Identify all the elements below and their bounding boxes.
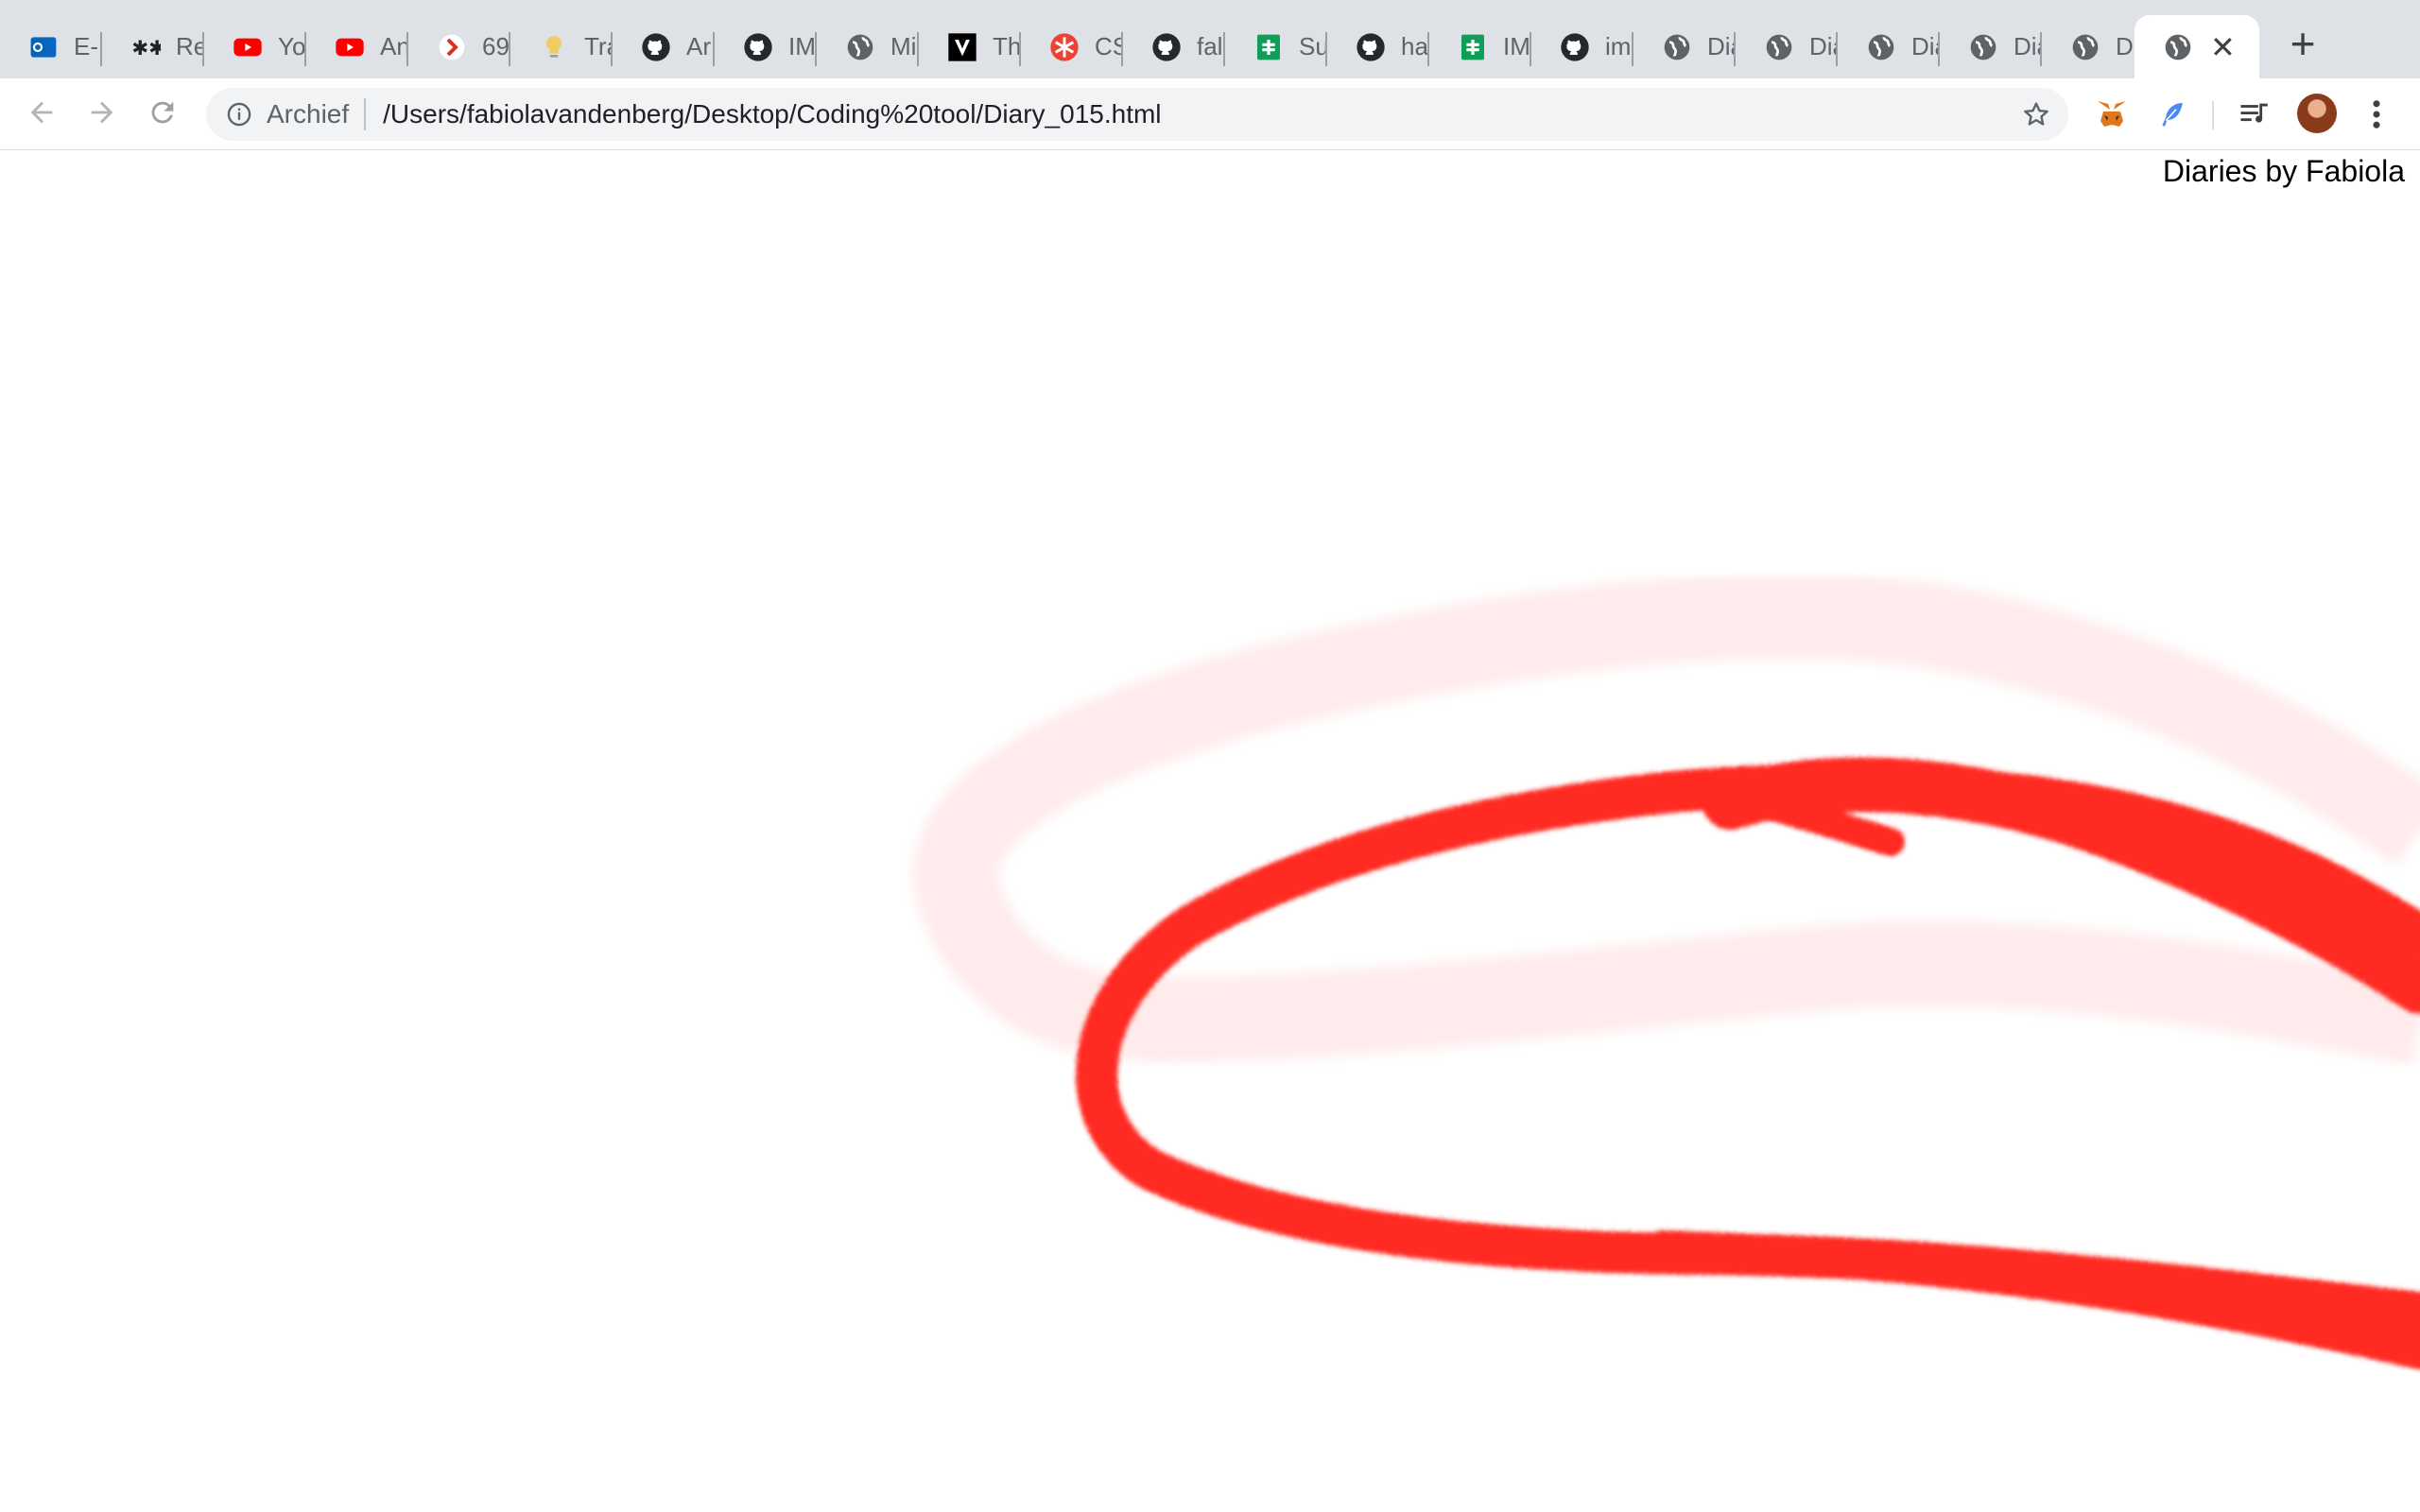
sheets-icon: [1253, 32, 1284, 62]
url-text[interactable]: /Users/fabiolavandenberg/Desktop/Coding%…: [383, 99, 1161, 129]
arrow-left-icon: [30, 101, 53, 124]
globe-icon: [1764, 32, 1794, 62]
tab[interactable]: Th: [919, 15, 1021, 78]
tab-title: IM: [1503, 32, 1530, 60]
kebab-menu-icon[interactable]: [2358, 95, 2395, 133]
tab-title: Yo: [278, 32, 304, 60]
tab[interactable]: Dia: [1838, 15, 1940, 78]
back-button[interactable]: [21, 92, 62, 133]
globe-icon: [2163, 32, 2193, 62]
tab[interactable]: ✱✱ Re: [102, 15, 204, 78]
forward-button[interactable]: [81, 92, 123, 133]
tab-title: 69: [482, 32, 509, 60]
media-queue-icon[interactable]: [2237, 95, 2274, 133]
globe-icon: [1662, 32, 1692, 62]
outlook-icon: [28, 32, 59, 62]
tab[interactable]: Mi: [817, 15, 919, 78]
tab-title: Re: [176, 32, 202, 60]
svg-text:✱✱: ✱✱: [131, 37, 161, 60]
v-logo-icon: [947, 32, 977, 62]
tab-title: CS: [1095, 32, 1121, 60]
tab-title: E-: [74, 32, 98, 60]
star-icon[interactable]: [2021, 99, 2051, 129]
tab[interactable]: An: [306, 15, 408, 78]
globe-icon: [1968, 32, 1998, 62]
tab[interactable]: im: [1531, 15, 1634, 78]
page-content: Diaries by Fabiola: [0, 150, 2420, 1512]
tab-strip: E-✱✱ReYoAn69TraArIMMiThCSfalSuhaIMimDiaD…: [0, 0, 2420, 78]
security-label[interactable]: Archief: [267, 99, 349, 129]
info-icon[interactable]: [225, 100, 253, 129]
tab-title: Tra: [584, 32, 611, 60]
tab-title: ha: [1401, 32, 1427, 60]
tab[interactable]: Ar: [613, 15, 715, 78]
globe-icon: [845, 32, 875, 62]
tab[interactable]: 69: [408, 15, 510, 78]
tab-active[interactable]: ✕: [2135, 15, 2259, 78]
github-icon: [743, 32, 773, 62]
chevron-red-icon: [437, 32, 467, 62]
tab[interactable]: IM: [715, 15, 817, 78]
tab[interactable]: IM: [1429, 15, 1531, 78]
youtube-icon: [335, 32, 365, 62]
tab[interactable]: Dia: [2042, 15, 2144, 78]
asterisk-pair-icon: ✱✱: [130, 32, 161, 62]
tab-title: IM: [788, 32, 815, 60]
tab-title: Mi: [890, 32, 917, 60]
github-icon: [1560, 32, 1590, 62]
tab-title: Th: [993, 32, 1019, 60]
new-tab-button[interactable]: +: [2280, 19, 2325, 68]
extensions-divider: [2212, 101, 2214, 129]
tab-title: Dia: [2014, 32, 2040, 60]
tab[interactable]: fal: [1123, 15, 1225, 78]
tab-title: fal: [1197, 32, 1223, 60]
globe-icon: [2070, 32, 2100, 62]
tab-title: Dia: [1707, 32, 1734, 60]
youtube-icon: [233, 32, 263, 62]
tab[interactable]: E-: [0, 15, 102, 78]
github-icon: [1356, 32, 1386, 62]
arrow-right-icon: [91, 101, 113, 124]
feather-icon[interactable]: [2153, 95, 2191, 133]
asterisk-red-icon: [1049, 32, 1080, 62]
tab[interactable]: ha: [1327, 15, 1429, 78]
tab[interactable]: Dia: [1940, 15, 2042, 78]
github-icon: [641, 32, 671, 62]
tab-title: Dia: [1911, 32, 1938, 60]
tab-title: An: [380, 32, 406, 60]
red-paint-stroke: [911, 574, 2420, 1369]
lightbulb-icon: [539, 32, 569, 62]
profile-avatar[interactable]: [2297, 94, 2337, 133]
reload-button[interactable]: [142, 92, 183, 133]
github-icon: [1151, 32, 1182, 62]
close-tab-icon[interactable]: ✕: [2210, 32, 2236, 62]
tab-title: Su: [1299, 32, 1325, 60]
tab[interactable]: Dia: [1634, 15, 1736, 78]
reload-icon: [151, 101, 174, 124]
tab[interactable]: CS: [1021, 15, 1123, 78]
tab[interactable]: Tra: [510, 15, 613, 78]
byline-text: Diaries by Fabiola: [2162, 154, 2405, 188]
tab-title: im: [1605, 32, 1632, 60]
metamask-icon[interactable]: [2093, 95, 2131, 133]
omnibox-divider: [364, 98, 367, 130]
address-bar[interactable]: Archief /Users/fabiolavandenberg/Desktop…: [206, 88, 2068, 141]
sheets-icon: [1458, 32, 1488, 62]
tab[interactable]: Yo: [204, 15, 306, 78]
globe-icon: [1866, 32, 1896, 62]
tab-title: Ar: [686, 32, 711, 60]
tab[interactable]: Dia: [1736, 15, 1838, 78]
tab-title: Dia: [1809, 32, 1836, 60]
browser-toolbar: Archief /Users/fabiolavandenberg/Desktop…: [0, 78, 2420, 151]
tab[interactable]: Su: [1225, 15, 1327, 78]
